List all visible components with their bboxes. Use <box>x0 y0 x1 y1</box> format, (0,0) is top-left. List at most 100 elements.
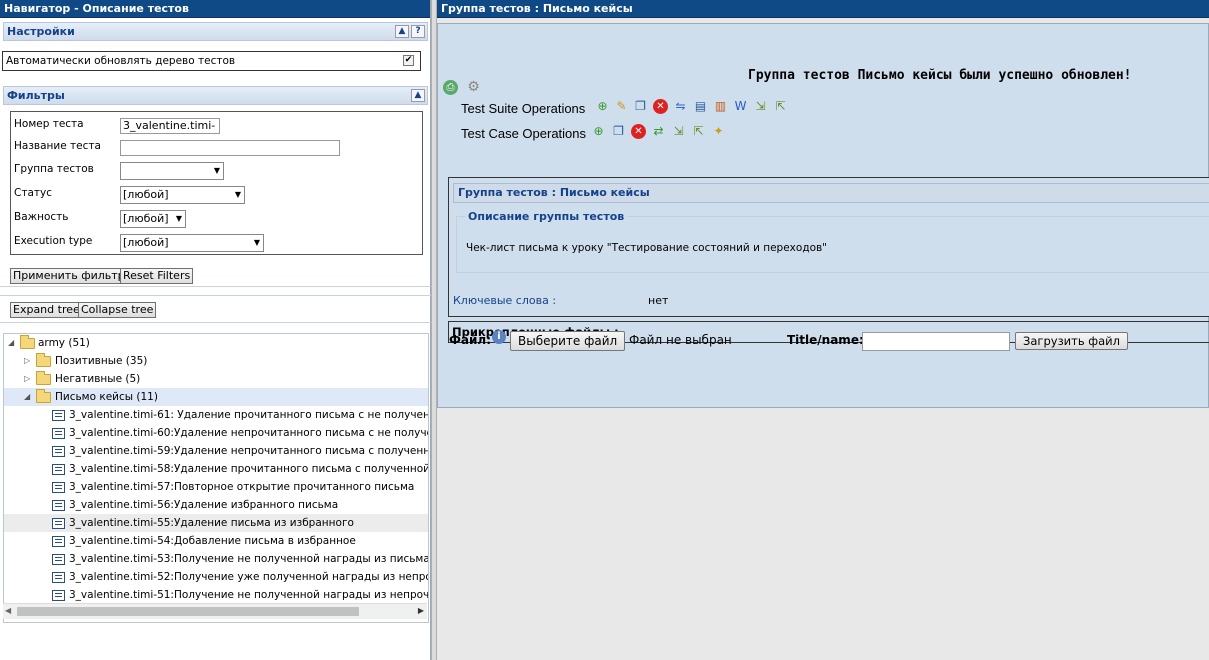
test-case-icon <box>52 482 65 493</box>
tree-root-label: army (51) <box>38 337 90 349</box>
delete-case-icon[interactable]: ✕ <box>631 124 646 139</box>
import-case-icon[interactable]: ⇲ <box>671 124 686 139</box>
choose-file-button[interactable]: Выберите файл <box>510 331 626 351</box>
tree-test-case[interactable]: 3_valentine.timi-52:Получение уже получе… <box>4 568 428 586</box>
export-icon[interactable]: ⇱ <box>773 99 788 114</box>
auto-refresh-row: Автоматически обновлять дерево тестов ✔ <box>2 51 421 71</box>
importance-select[interactable]: [любой] ▼ <box>120 210 186 228</box>
print-icon[interactable]: ⎙ <box>443 80 458 95</box>
expanded-arrow-icon[interactable]: ◢ <box>8 334 17 352</box>
copy-case-icon[interactable]: ❐ <box>611 124 626 139</box>
scroll-right-icon[interactable]: ▶ <box>418 606 424 615</box>
tree-folder-label: Позитивные (35) <box>55 355 148 367</box>
status-value: [любой] <box>123 188 169 201</box>
test-group-label: Группа тестов <box>14 163 94 175</box>
info-icon[interactable]: i <box>492 330 506 344</box>
tree-test-case-hovered[interactable]: 3_valentine.timi-55:Удаление письма из и… <box>4 514 428 532</box>
test-case-icon <box>52 464 65 475</box>
add-case-icon[interactable]: ⊕ <box>591 124 606 139</box>
description-legend: Описание группы тестов <box>465 210 628 223</box>
status-select[interactable]: [любой] ▼ <box>120 186 245 204</box>
test-case-icon <box>52 590 65 601</box>
tree-folder-label: Негативные (5) <box>55 373 141 385</box>
test-suite-operations-label: Test Suite Operations <box>461 101 586 116</box>
copy-icon[interactable]: ❐ <box>633 99 648 114</box>
test-case-icon <box>52 500 65 511</box>
tree-test-case[interactable]: 3_valentine.timi-51:Получение не получен… <box>4 586 428 604</box>
title-name-input[interactable] <box>862 332 1010 351</box>
auto-refresh-checkbox[interactable]: ✔ <box>403 55 414 66</box>
apply-filter-button[interactable]: Применить фильтр <box>10 268 128 284</box>
reorder-icon[interactable]: ⇄ <box>651 124 666 139</box>
scroll-left-icon[interactable]: ◀ <box>5 606 11 615</box>
upload-file-button[interactable]: Загрузить файл <box>1015 332 1128 350</box>
filters-header[interactable]: Фильтры ▲ <box>3 86 428 105</box>
tree-test-case[interactable]: 3_valentine.timi-59:Удаление непрочитанн… <box>4 442 428 460</box>
chevron-down-icon: ▼ <box>175 214 182 223</box>
tree-folder[interactable]: ▷ Позитивные (35) <box>4 352 428 370</box>
chevron-down-icon: ▼ <box>213 166 220 175</box>
collapse-tree-button[interactable]: Collapse tree <box>78 302 157 318</box>
open-folder-icon <box>36 389 51 403</box>
test-name-input[interactable] <box>120 140 340 156</box>
table-icon[interactable]: ▤ <box>693 99 708 114</box>
test-case-icon <box>52 428 65 439</box>
chevron-down-icon: ▼ <box>234 190 241 199</box>
export-case-icon[interactable]: ⇱ <box>691 124 706 139</box>
tree-test-case[interactable]: 3_valentine.timi-61: Удаление прочитанно… <box>4 406 428 424</box>
collapse-settings-icon[interactable]: ▲ <box>395 25 409 38</box>
add-suite-icon[interactable]: ⊕ <box>595 99 610 114</box>
test-number-label: Номер теста <box>14 118 84 130</box>
scrollbar-thumb[interactable] <box>17 607 359 616</box>
description-fieldset: Описание группы тестов Чек-лист письма к… <box>456 210 1209 273</box>
delete-icon[interactable]: ✕ <box>653 99 668 114</box>
test-case-icon <box>52 572 65 583</box>
help-icon[interactable]: ? <box>411 25 425 38</box>
reset-filters-button[interactable]: Reset Filters <box>120 268 194 284</box>
test-case-icon <box>52 446 65 457</box>
settings-header[interactable]: Настройки ▲ ? <box>3 22 428 41</box>
test-case-label: 3_valentine.timi-51:Получение не получен… <box>69 589 429 601</box>
tree-test-case[interactable]: 3_valentine.timi-56:Удаление избранного … <box>4 496 428 514</box>
test-group-select[interactable]: ▼ <box>120 162 224 180</box>
folder-icon <box>36 353 51 367</box>
import-icon[interactable]: ⇲ <box>753 99 768 114</box>
tree-test-case[interactable]: 3_valentine.timi-53:Получение не получен… <box>4 550 428 568</box>
collapse-filters-icon[interactable]: ▲ <box>411 89 425 102</box>
word-export-icon[interactable]: W <box>733 99 748 114</box>
navigator-panel: Навигатор - Описание тестов Настройки ▲ … <box>0 0 431 660</box>
test-number-input[interactable]: 3_valentine.timi- <box>120 118 220 134</box>
group-header: Группа тестов : Письмо кейсы <box>453 183 1209 203</box>
test-case-label: 3_valentine.timi-59:Удаление непрочитанн… <box>69 445 428 457</box>
tree-horizontal-scrollbar[interactable]: ◀ ▶ <box>3 603 427 619</box>
tree-test-case[interactable]: 3_valentine.timi-54:Добавление письма в … <box>4 532 428 550</box>
importance-value: [любой] <box>123 212 169 225</box>
exec-type-select[interactable]: [любой] ▼ <box>120 234 264 252</box>
auto-refresh-label: Автоматически обновлять дерево тестов <box>6 55 236 67</box>
settings-header-label: Настройки <box>7 25 75 38</box>
edit-icon[interactable]: ✎ <box>614 99 629 114</box>
keywords-label: Ключевые слова : <box>453 294 557 307</box>
collapsed-arrow-icon[interactable]: ▷ <box>24 352 33 370</box>
file-label: Файл: <box>449 333 491 347</box>
expand-tree-button[interactable]: Expand tree <box>10 302 83 318</box>
tree-test-case[interactable]: 3_valentine.timi-57:Повторное открытие п… <box>4 478 428 496</box>
test-case-label: 3_valentine.timi-57:Повторное открытие п… <box>69 481 415 493</box>
exec-type-label: Execution type <box>14 235 93 247</box>
test-case-label: 3_valentine.timi-56:Удаление избранного … <box>69 499 339 511</box>
tree-folder-selected[interactable]: ◢ Письмо кейсы (11) <box>4 388 428 406</box>
expanded-arrow-icon[interactable]: ◢ <box>24 388 33 406</box>
tree-folder[interactable]: ▷ Негативные (5) <box>4 370 428 388</box>
move-icon[interactable]: ⇋ <box>673 99 688 114</box>
test-tree: ◢ army (51) ▷ Позитивные (35) ▷ Негативн… <box>3 333 429 623</box>
tree-test-case[interactable]: 3_valentine.timi-58:Удаление прочитанног… <box>4 460 428 478</box>
report-icon[interactable]: ▥ <box>713 99 728 114</box>
divider <box>0 322 431 323</box>
gear-icon[interactable]: ⚙ <box>466 80 481 95</box>
tree-test-case[interactable]: 3_valentine.timi-60:Удаление непрочитанн… <box>4 424 428 442</box>
tree-folder-label: Письмо кейсы (11) <box>55 391 158 403</box>
magic-wand-icon[interactable]: ✦ <box>711 124 726 139</box>
tree-root[interactable]: ◢ army (51) <box>4 334 428 352</box>
navigator-title: Навигатор - Описание тестов <box>0 0 430 18</box>
collapsed-arrow-icon[interactable]: ▷ <box>24 370 33 388</box>
